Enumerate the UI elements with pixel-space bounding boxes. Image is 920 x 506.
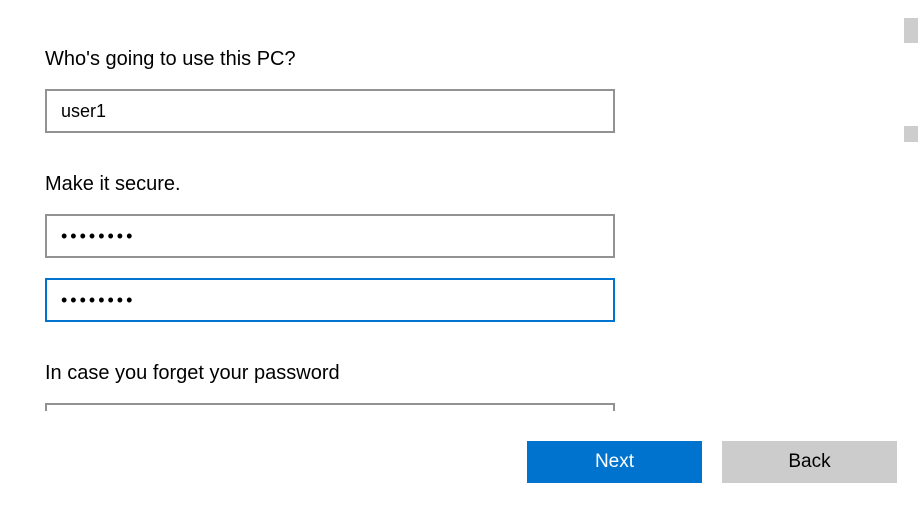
username-input[interactable] — [45, 89, 615, 133]
username-label: Who's going to use this PC? — [45, 48, 875, 71]
button-bar: Next Back — [527, 441, 897, 483]
password-label: Make it secure. — [45, 173, 875, 196]
back-button[interactable]: Back — [722, 441, 897, 483]
password-confirm-input[interactable] — [45, 278, 615, 322]
next-button[interactable]: Next — [527, 441, 702, 483]
hint-label: In case you forget your password — [45, 362, 875, 385]
hint-input-partial[interactable] — [45, 403, 615, 411]
password-input[interactable] — [45, 214, 615, 258]
setup-form: Who's going to use this PC? Make it secu… — [0, 0, 920, 411]
scrollbar-thumb[interactable] — [904, 18, 918, 43]
scrollbar[interactable] — [902, 0, 920, 506]
scrollbar-thumb[interactable] — [904, 126, 918, 142]
